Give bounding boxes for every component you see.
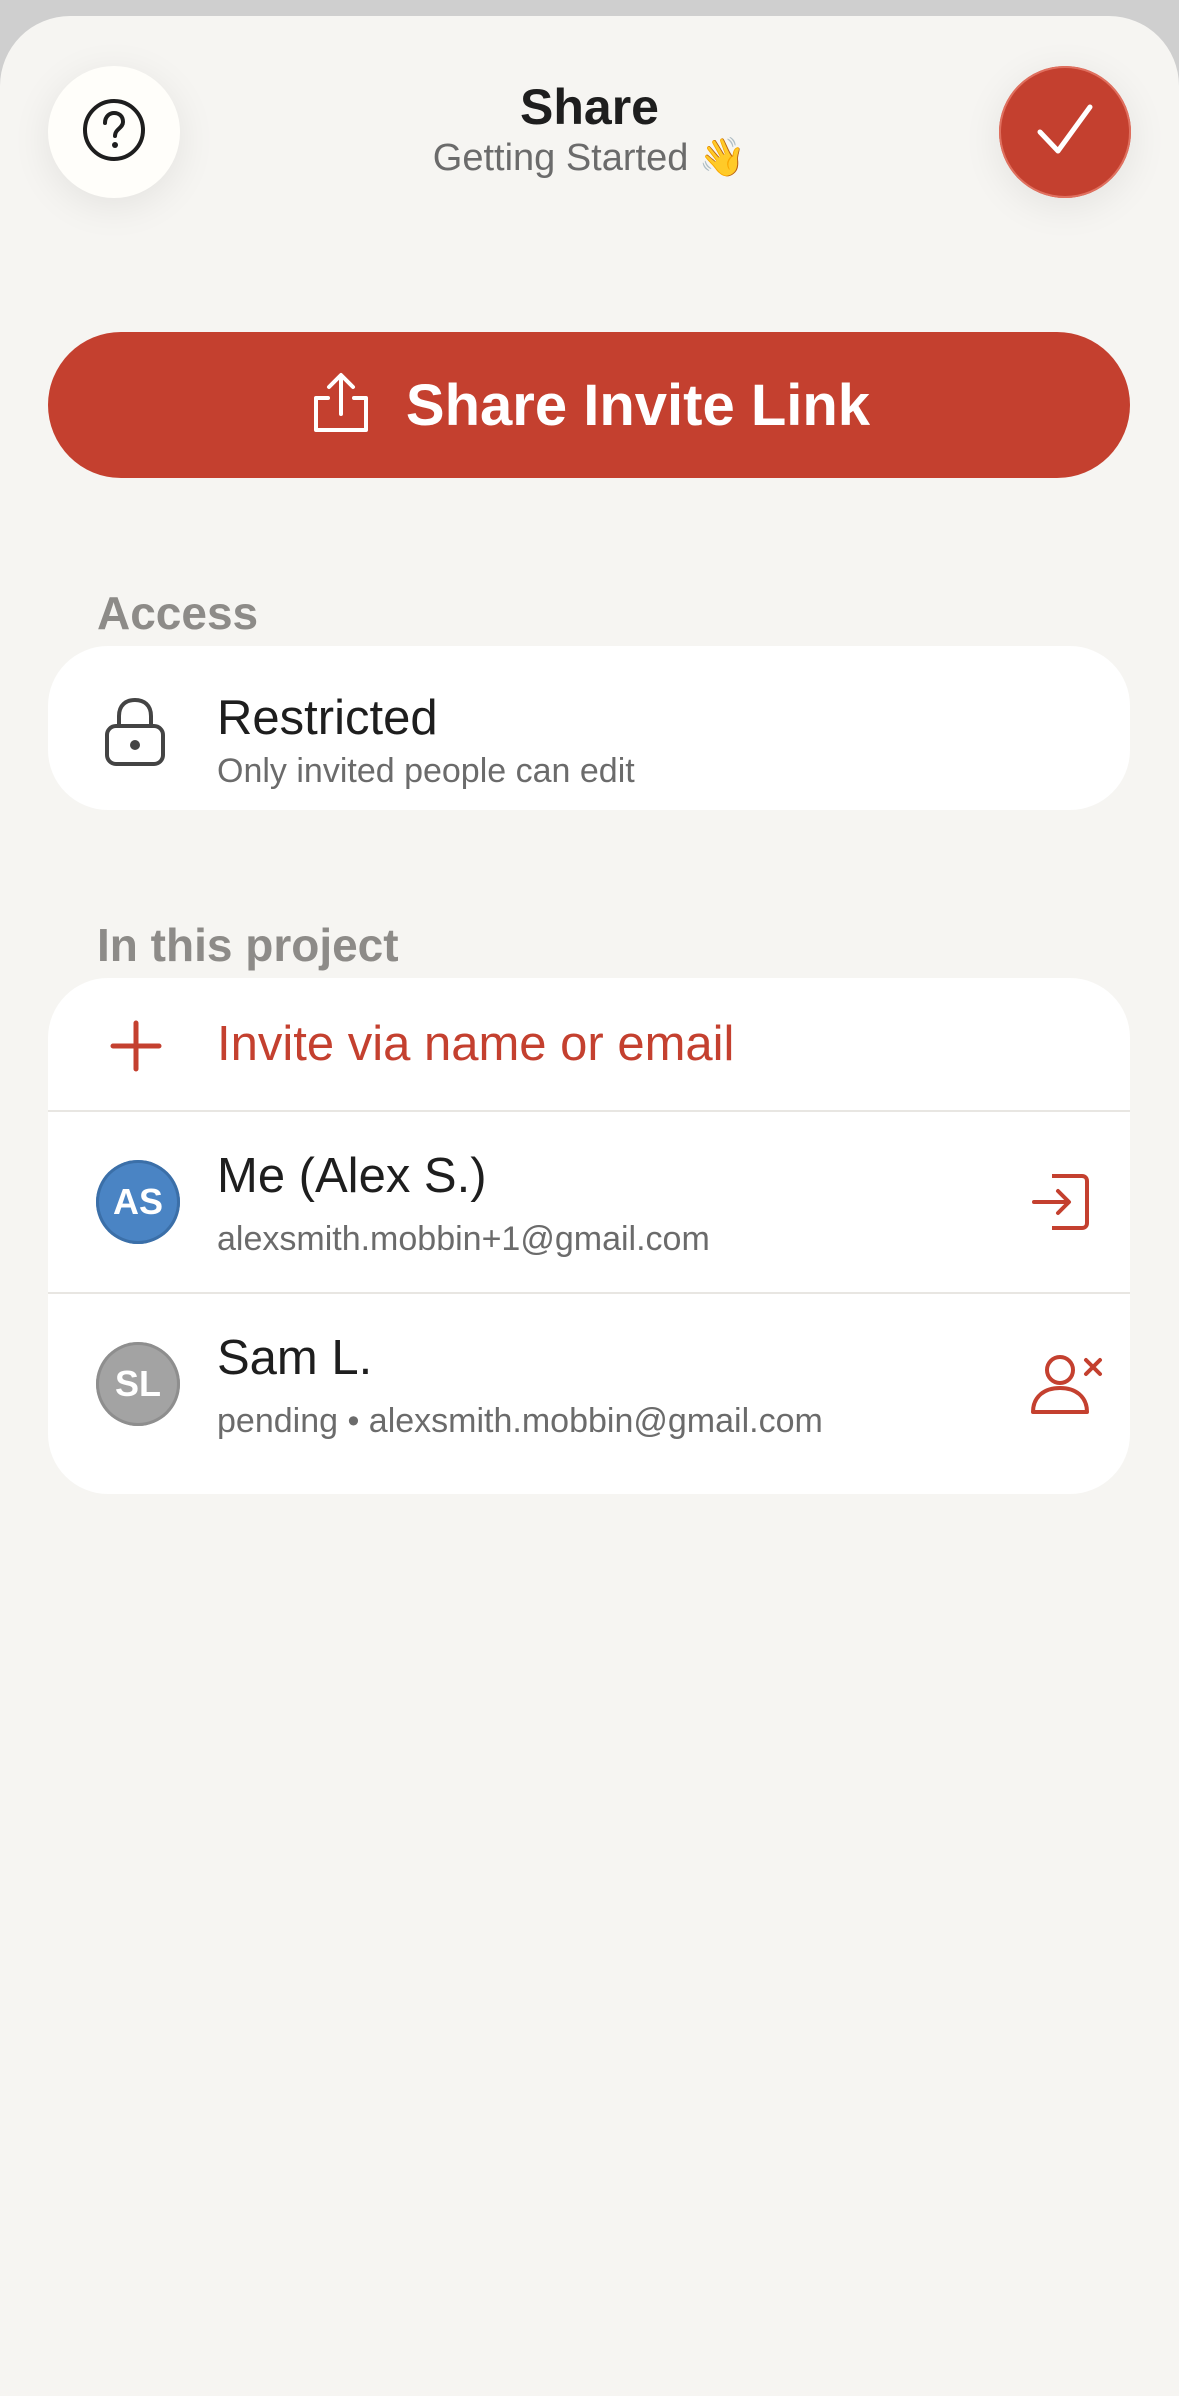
share-invite-link-button[interactable]: Share Invite Link <box>48 332 1130 478</box>
lock-icon <box>103 696 167 768</box>
remove-user-icon[interactable] <box>1028 1352 1104 1418</box>
access-section-label: Access <box>97 587 259 639</box>
access-level-title: Restricted <box>217 691 438 745</box>
share-invite-link-label: Share Invite Link <box>405 372 871 438</box>
member-row: SL Sam L. pending • alexsmith.mobbin@gma… <box>48 1292 1130 1474</box>
member-detail: alexsmith.mobbin+1@gmail.com <box>217 1220 710 1258</box>
avatar: SL <box>96 1342 180 1426</box>
member-detail: pending • alexsmith.mobbin@gmail.com <box>217 1402 823 1440</box>
access-level-description: Only invited people can edit <box>217 752 635 790</box>
avatar: AS <box>96 1160 180 1244</box>
checkmark-icon <box>1030 95 1100 170</box>
member-name: Sam L. <box>217 1331 373 1385</box>
member-row: AS Me (Alex S.) alexsmith.mobbin+1@gmail… <box>48 1110 1130 1292</box>
project-section-label: In this project <box>97 919 399 971</box>
members-card: Invite via name or email AS Me (Alex S.)… <box>48 978 1130 1494</box>
access-row[interactable]: Restricted Only invited people can edit <box>48 646 1130 810</box>
access-card[interactable]: Restricted Only invited people can edit <box>48 646 1130 810</box>
plus-icon <box>110 1020 162 1072</box>
invite-label: Invite via name or email <box>217 1017 735 1071</box>
done-button[interactable] <box>999 66 1131 198</box>
invite-row[interactable]: Invite via name or email <box>48 978 1130 1110</box>
share-upload-icon <box>308 370 374 441</box>
member-name: Me (Alex S.) <box>217 1149 487 1203</box>
leave-project-icon[interactable] <box>1030 1170 1092 1234</box>
share-sheet: Share Getting Started 👋 Share Invite Lin… <box>0 16 1179 2396</box>
